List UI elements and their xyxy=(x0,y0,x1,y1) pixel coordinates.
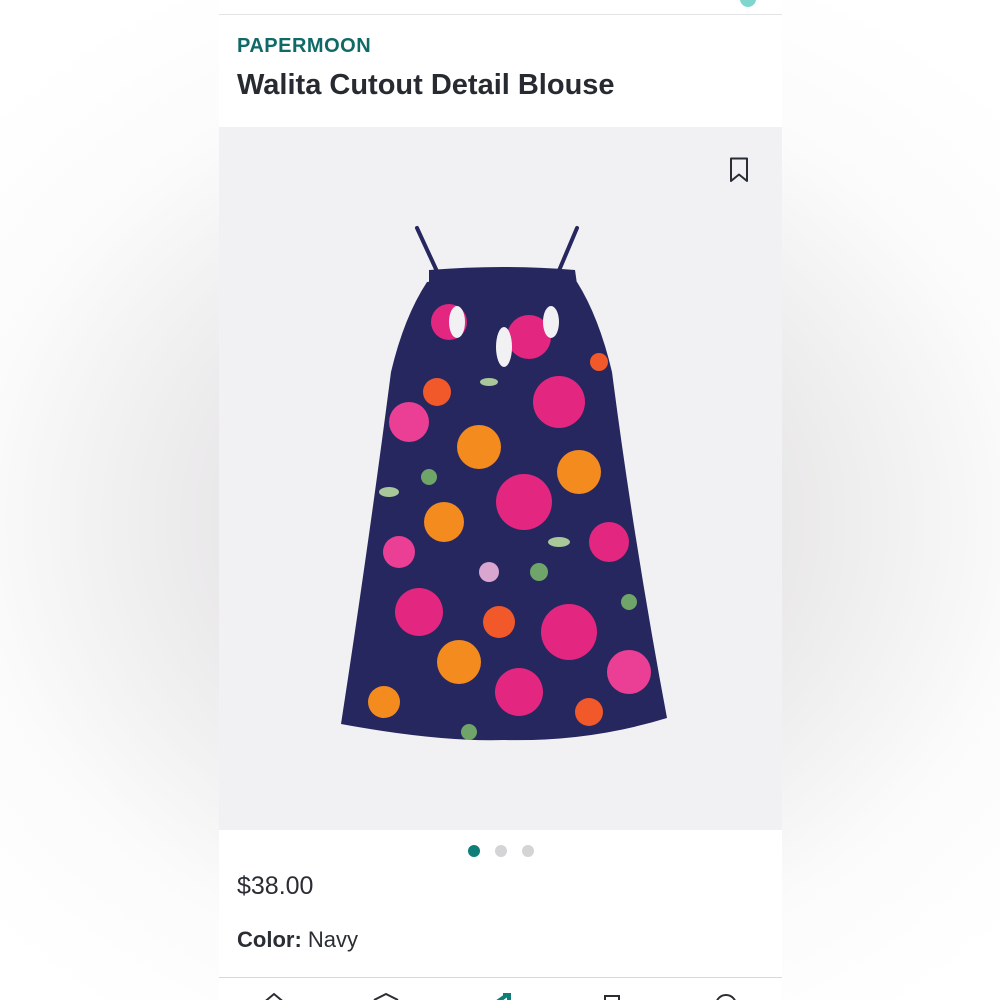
carousel-dot-2[interactable] xyxy=(494,845,507,857)
carousel-dot-1[interactable] xyxy=(467,845,480,857)
product-image xyxy=(341,226,667,741)
bottom-tab-bar xyxy=(219,977,782,1000)
price: $38.00 xyxy=(237,872,314,900)
color-label: Color: xyxy=(237,927,302,952)
carousel-pagination xyxy=(219,845,782,857)
color-value: Navy xyxy=(307,927,359,952)
bookmark-button[interactable] xyxy=(723,154,755,186)
top-bar xyxy=(219,0,782,15)
color-info: Color: Navy xyxy=(237,927,358,953)
bookmark-icon[interactable] xyxy=(597,986,627,1000)
box-icon[interactable] xyxy=(371,986,401,1000)
carousel-dot-3[interactable] xyxy=(521,845,534,857)
bookmark-icon xyxy=(730,157,748,182)
account-icon[interactable] xyxy=(711,986,741,1000)
brand-name[interactable]: PAPERMOON xyxy=(237,35,371,58)
home-icon[interactable] xyxy=(259,986,289,1000)
stitch-fix-icon[interactable] xyxy=(485,986,515,1000)
product-image-carousel[interactable] xyxy=(219,127,782,830)
notification-dot xyxy=(740,0,756,7)
app-screen: PAPERMOON Walita Cutout Detail Blouse $3… xyxy=(219,0,782,1000)
product-title: Walita Cutout Detail Blouse xyxy=(237,69,615,101)
